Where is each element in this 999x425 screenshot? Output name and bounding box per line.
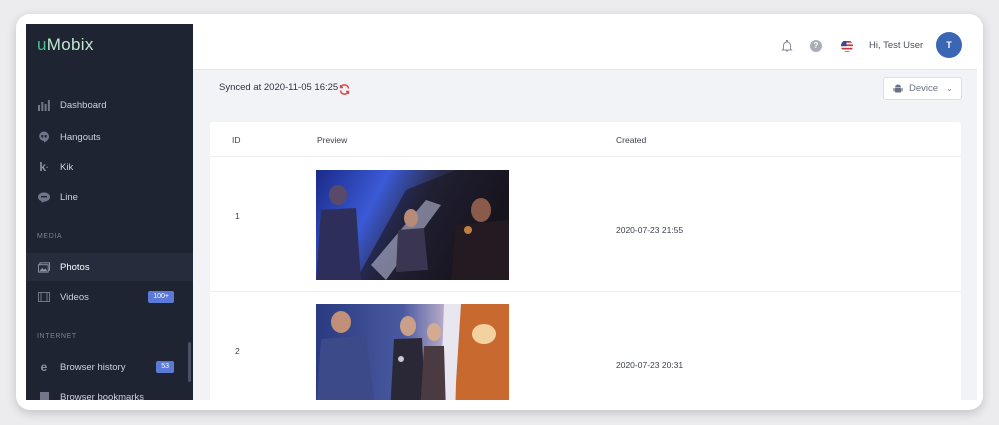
sync-status: Synced at 2020-11-05 16:25 <box>219 82 339 93</box>
refresh-icon[interactable] <box>339 82 350 95</box>
header-divider <box>210 156 961 157</box>
sidebar-item-videos[interactable]: Videos 100+ <box>26 283 193 311</box>
avatar[interactable]: T <box>936 32 962 58</box>
sidebar-item-label: Photos <box>60 261 90 273</box>
row-id: 1 <box>235 211 240 221</box>
sidebar-item-label: Hangouts <box>60 131 101 143</box>
app-logo[interactable]: uMobix <box>37 35 94 55</box>
window-frame: uMobix Dashboard Hangouts k · Kik Line ME… <box>16 14 983 410</box>
sidebar-item-label: Line <box>60 191 78 203</box>
sidebar-item-label: Kik <box>60 161 74 173</box>
user-greeting[interactable]: Hi, Test User <box>869 40 923 51</box>
sidebar-item-hangouts[interactable]: Hangouts <box>26 123 193 151</box>
bell-icon[interactable] <box>781 40 793 52</box>
device-select-label: Device <box>909 83 939 94</box>
kik-icon: k · <box>39 160 49 174</box>
line-icon <box>38 191 50 203</box>
sidebar-item-line[interactable]: Line <box>26 183 193 211</box>
video-icon <box>38 291 50 303</box>
count-badge: 100+ <box>148 291 174 303</box>
count-badge: 53 <box>156 361 174 373</box>
column-header-preview: Preview <box>317 135 348 145</box>
sidebar-item-dashboard[interactable]: Dashboard <box>26 91 193 119</box>
app: uMobix Dashboard Hangouts k · Kik Line ME… <box>26 24 977 400</box>
topbar: ? Hi, Test User T <box>193 24 977 70</box>
bar-chart-icon <box>38 99 50 111</box>
chevron-down-icon: ⌄ <box>946 84 953 93</box>
row-divider <box>210 291 961 292</box>
section-label-internet: INTERNET <box>37 333 77 340</box>
column-header-created: Created <box>616 135 647 145</box>
sidebar-item-browser-history[interactable]: e Browser history 53 <box>26 353 193 381</box>
row-id: 2 <box>235 346 240 356</box>
bookmark-icon <box>38 391 50 400</box>
sidebar-item-kik[interactable]: k · Kik <box>26 153 193 181</box>
photos-icon <box>38 261 50 273</box>
us-flag-icon[interactable] <box>841 40 853 52</box>
device-select[interactable]: Device ⌄ <box>883 77 962 100</box>
section-label-media: MEDIA <box>37 233 63 240</box>
sync-bar: Synced at 2020-11-05 16:25 Device ⌄ <box>193 70 977 106</box>
row-created: 2020-07-23 20:31 <box>616 360 684 370</box>
sidebar-item-label: Videos <box>60 291 89 303</box>
photos-table: ID Preview Created 1 2020-07-23 21:55 2 … <box>210 122 961 400</box>
help-icon[interactable]: ? <box>810 40 822 52</box>
row-created: 2020-07-23 21:55 <box>616 225 684 235</box>
sidebar: uMobix Dashboard Hangouts k · Kik Line ME… <box>26 24 193 400</box>
android-icon <box>893 84 903 94</box>
internet-explorer-icon: e <box>40 360 48 374</box>
photo-preview[interactable] <box>316 304 509 400</box>
hangouts-icon <box>38 131 50 143</box>
column-header-id: ID <box>232 135 241 145</box>
sidebar-item-label: Dashboard <box>60 99 107 111</box>
sidebar-item-label: Browser history <box>60 361 126 373</box>
sidebar-scrollbar[interactable] <box>188 342 191 382</box>
photo-preview[interactable] <box>316 170 509 280</box>
sidebar-item-label: Browser bookmarks <box>60 391 144 401</box>
sidebar-item-photos[interactable]: Photos <box>26 253 193 281</box>
sidebar-item-browser-bookmarks[interactable]: Browser bookmarks <box>26 383 193 400</box>
